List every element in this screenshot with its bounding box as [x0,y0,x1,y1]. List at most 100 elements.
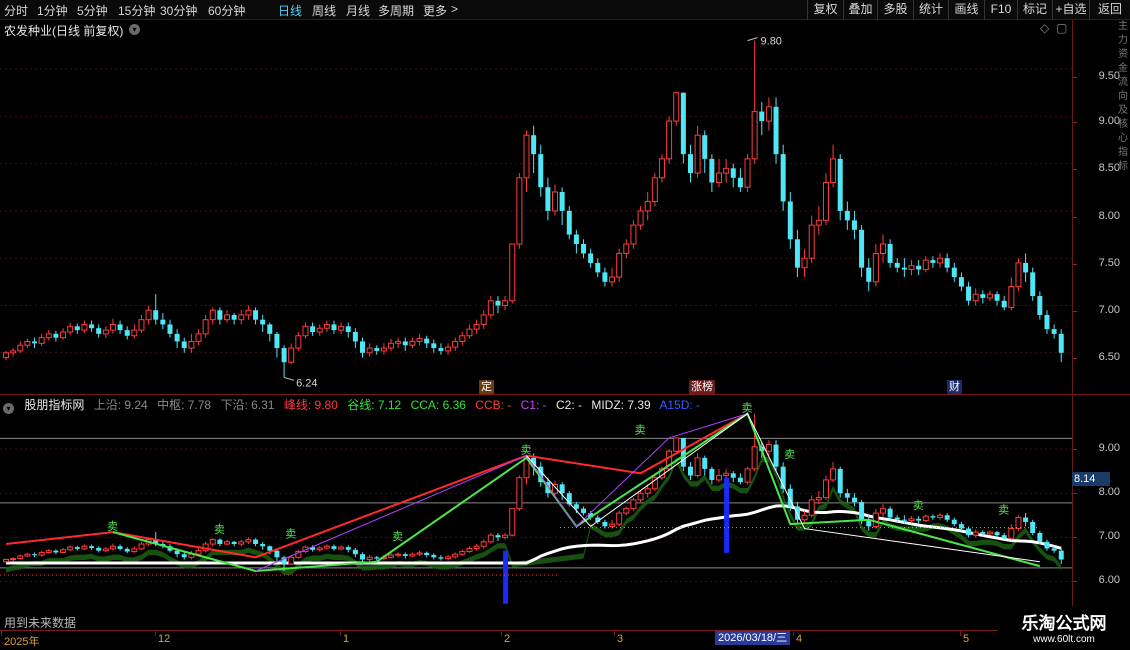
candle-body [117,324,123,331]
price-candle [1051,324,1057,339]
indicator-candle [573,502,579,514]
indicator-current-value: 8.14 [1072,472,1110,486]
candle-body [566,210,572,235]
candle-body [901,267,907,270]
candle-body [209,539,216,545]
legend-c1: C1: - [520,398,547,412]
indicator-axis-tick [1073,537,1077,538]
price-candle [637,206,644,230]
price-candle [388,338,395,351]
price-candle [986,290,993,301]
price-candle [67,322,74,335]
date-axis-label: 1 [343,633,350,645]
right-info-strip[interactable]: 主力资金流向及核心指标 [1118,20,1130,620]
indicator-candle [38,550,45,557]
indicator-menu-icon[interactable]: ▾ [3,403,14,414]
candle-body [951,519,957,525]
price-candle [658,154,665,183]
candle-body [102,548,109,552]
buy-signal-bar [503,550,509,604]
candle-body [238,541,245,545]
candle-body [131,329,138,337]
indicator-candle [366,555,373,562]
price-candle [773,97,779,164]
candle-body [901,519,907,521]
candle-body [879,508,886,514]
event-mark-cai[interactable]: 财 [947,380,962,394]
candle-body [702,457,708,469]
indicator-candle [466,546,473,553]
price-candle [566,206,572,240]
candle-body [466,328,473,337]
candle-body [260,319,266,325]
candle-body [60,549,67,553]
candlestick-chart[interactable]: 卖卖卖卖卖卖卖卖卖 卖9.806.24 [0,0,1072,610]
price-candle [616,248,623,282]
event-mark-ding[interactable]: 定 [479,380,494,394]
indicator-candle [231,540,237,547]
price-candle [160,313,166,330]
candle-body [581,508,587,514]
indicator-candle [253,538,259,547]
candle-body [138,319,145,331]
price-candle [102,326,109,338]
candle-body [153,310,159,320]
price-candle [3,350,9,361]
candle-body [887,244,893,263]
candle-body [951,267,957,278]
candle-body [438,557,444,559]
price-candle [687,144,693,183]
candle-body [281,348,287,363]
candle-body [502,534,509,538]
price-candle [452,337,459,351]
price-candle [459,331,466,346]
candle-body [81,545,88,550]
legend-c2: C2: - [555,398,582,412]
candle-body [395,340,402,344]
candle-body [744,158,751,188]
price-axis-tick [1073,358,1077,359]
event-mark-zhangbang[interactable]: 涨榜 [689,380,715,394]
indicator-axis-tick [1073,493,1077,494]
indicator-candle [459,549,466,556]
price-candle [96,324,102,338]
candle-body [67,546,74,551]
indicator-legend: ▾ 股朋指标网 上沿: 9.24 中枢: 7.78 下沿: 6.31 峰线: 9… [0,396,706,414]
candle-body [32,341,38,344]
price-candle [431,339,437,353]
indicator-candle [716,468,722,483]
indicator-candle [17,554,24,560]
candle-body [616,512,623,525]
candle-body [944,515,950,520]
future-data-note: 用到未来数据 [4,616,77,630]
candle-body [409,340,416,346]
price-candle [808,215,815,263]
candle-body [509,508,516,536]
candle-body [1008,528,1015,539]
candle-body [801,257,808,269]
price-candle [916,260,922,276]
price-candle [516,173,523,249]
indicator-candle [744,466,751,485]
candle-body [316,547,323,551]
candle-body [730,168,736,178]
price-candle [602,267,608,287]
candle-body [67,325,74,333]
price-candle [887,239,893,268]
candle-body [480,541,487,547]
candle-body [808,499,815,516]
candle-body [538,154,544,188]
toolbar-button[interactable]: 返回 [1089,0,1130,20]
price-candle [730,163,736,188]
indicator-name[interactable]: 股朋指标网 [24,398,84,412]
sell-signal-mark: 卖 [285,528,296,541]
price-candle [787,191,793,249]
candle-body [374,348,380,351]
candle-body [588,253,594,263]
candle-body [972,293,979,302]
candle-body [844,210,850,221]
price-candle [673,92,680,126]
indicator-axis-label: 7.00 [1098,530,1120,542]
candle-body [1037,532,1043,542]
candle-body [374,557,380,559]
